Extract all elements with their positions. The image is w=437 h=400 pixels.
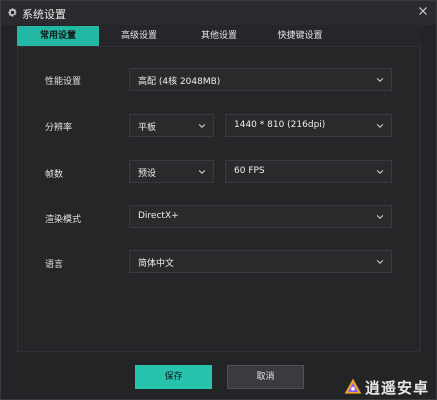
cancel-button[interactable]: 取消 [227, 365, 304, 389]
tab-advanced[interactable]: 高级设置 [99, 26, 179, 46]
settings-panel [17, 46, 421, 352]
chevron-down-icon [376, 123, 384, 129]
save-button[interactable]: 保存 [135, 365, 212, 389]
fps-preset-value: 预设 [138, 169, 157, 179]
resolution-device-select[interactable]: 平板 [129, 114, 214, 137]
language-select[interactable]: 简体中文 [129, 250, 392, 273]
settings-window: 系统设置 常用设置 高级设置 其他设置 快捷键设置 性能设置 高配 (4核 20… [0, 0, 437, 400]
chevron-down-icon [376, 77, 384, 83]
fps-value: 60 FPS [234, 166, 265, 176]
chevron-down-icon [376, 214, 384, 220]
title-bar: 系统设置 [1, 1, 436, 25]
tab-shortcuts[interactable]: 快捷键设置 [259, 26, 341, 46]
tab-general[interactable]: 常用设置 [17, 26, 99, 46]
resolution-label: 分辨率 [45, 123, 73, 133]
resolution-value: 1440 * 810 (216dpi) [234, 120, 326, 130]
watermark-text: 逍遥安卓 [365, 379, 430, 397]
fps-select[interactable]: 60 FPS [225, 160, 392, 183]
performance-value: 高配 (4核 2048MB) [138, 77, 221, 87]
tab-bar: 常用设置 高级设置 其他设置 快捷键设置 [17, 26, 421, 46]
fps-preset-select[interactable]: 预设 [129, 160, 214, 183]
chevron-down-icon [198, 123, 206, 129]
language-value: 简体中文 [138, 259, 175, 269]
close-button[interactable] [416, 5, 430, 19]
window-title: 系统设置 [22, 8, 66, 21]
performance-label: 性能设置 [45, 77, 82, 87]
fps-label: 帧数 [45, 170, 64, 180]
performance-select[interactable]: 高配 (4核 2048MB) [129, 68, 392, 91]
chevron-down-icon [198, 169, 206, 175]
render-mode-label: 渲染模式 [45, 215, 82, 225]
xiaoyao-logo-icon [344, 378, 362, 394]
resolution-select[interactable]: 1440 * 810 (216dpi) [225, 114, 392, 137]
watermark: 逍遥安卓 [343, 375, 435, 399]
resolution-device-value: 平板 [138, 123, 157, 133]
render-mode-value: DirectX+ [138, 211, 179, 221]
gear-icon [8, 8, 17, 17]
language-label: 语言 [45, 260, 64, 270]
close-icon [419, 7, 427, 15]
chevron-down-icon [376, 259, 384, 265]
render-mode-select[interactable]: DirectX+ [129, 205, 392, 228]
tab-other[interactable]: 其他设置 [179, 26, 259, 46]
chevron-down-icon [376, 169, 384, 175]
